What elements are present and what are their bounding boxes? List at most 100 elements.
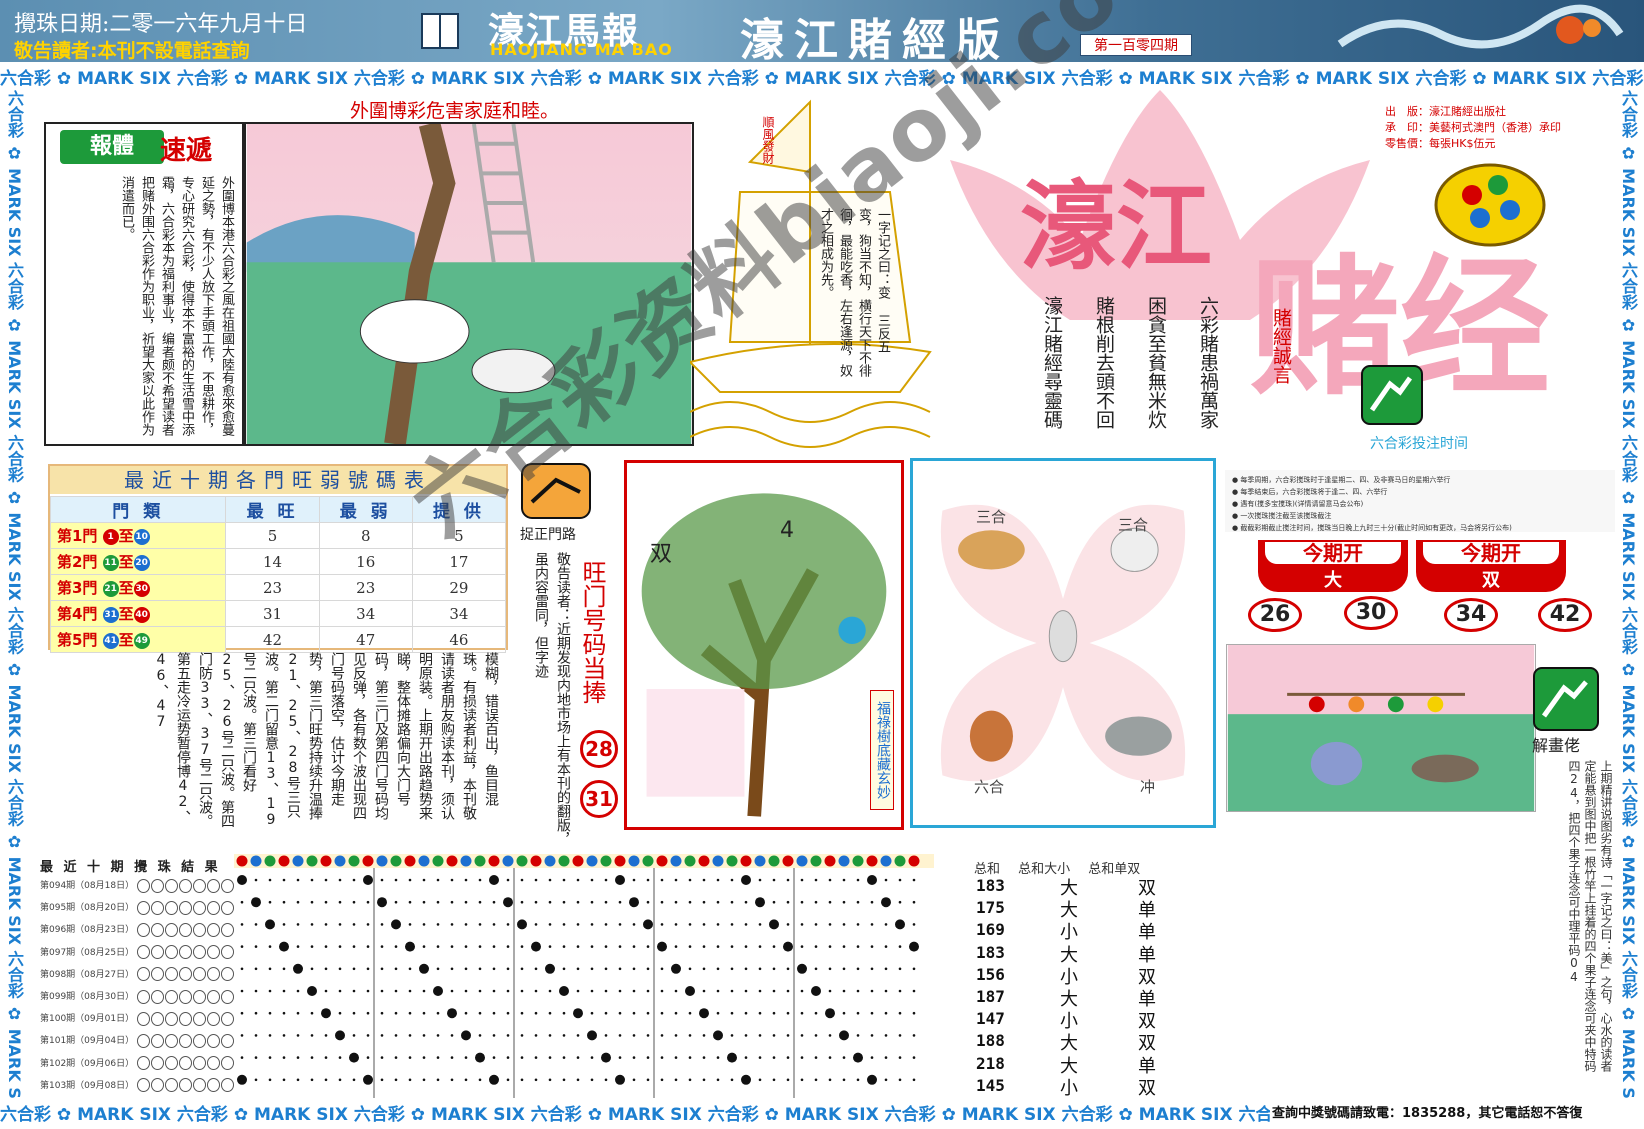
grid-dot [492, 1034, 496, 1037]
grid-dot [548, 1034, 552, 1037]
grid-dot [811, 986, 821, 996]
grid-dot [520, 900, 524, 904]
grid-ball-header [670, 855, 682, 867]
grid-dot [730, 1011, 734, 1015]
result-number-slot [206, 1056, 220, 1071]
grid-dot [338, 878, 342, 882]
grid-dot [702, 945, 706, 948]
grid-dot [492, 945, 496, 948]
grid-dot [464, 1056, 468, 1059]
grid-ball-header [446, 855, 458, 867]
grid-dot [464, 1078, 468, 1082]
grid-dot [825, 1008, 835, 1019]
grid-dot [380, 1056, 384, 1059]
grid-dot [380, 1078, 384, 1082]
grid-dot [786, 1034, 790, 1037]
grid-dot [338, 945, 342, 948]
grid-dot [433, 986, 443, 996]
grid-dot [828, 878, 832, 882]
grid-ball-header [236, 855, 248, 867]
grid-dot [674, 989, 678, 993]
riddle-text: 上期精讲说图劣有诗「一字记之曰：美」之句，心水的读者定能悬到图中把一根竹竿上挂着… [1567, 760, 1613, 1072]
result-number-slot [220, 1078, 234, 1093]
grid-dot [772, 1056, 776, 1059]
grid-dot [450, 1056, 454, 1059]
grid-dot [632, 1011, 636, 1015]
grid-dot [604, 989, 608, 993]
grid-ball-header [908, 855, 920, 867]
grid-dot [548, 945, 552, 948]
door-name: 第5門 [57, 631, 98, 649]
grid-dot [814, 878, 818, 882]
stats-row: 第2門 11 至 20 14 16 17 [49, 548, 507, 575]
grid-dot [517, 919, 527, 930]
grid-dot [912, 1056, 916, 1059]
grid-dot [296, 1034, 300, 1037]
grid-dot [380, 1011, 384, 1015]
grid-dot [422, 1078, 426, 1082]
result-number-slot [150, 1056, 164, 1071]
grid-dot [814, 945, 818, 948]
grid-dot [380, 923, 384, 926]
sum-headers: 总和 总和大小 总和单双 [974, 862, 1141, 877]
grid-dot [268, 1034, 272, 1037]
result-number-slot [192, 1078, 206, 1093]
tip-cell: 46 [411, 626, 507, 653]
grid-ball-header [740, 855, 752, 867]
grid-dot [478, 967, 482, 971]
result-number-slot [136, 922, 150, 937]
grid-dot [573, 1008, 583, 1019]
grid-dot [912, 989, 916, 993]
result-number-slot [164, 967, 178, 982]
open-tab-value: 大 [1324, 570, 1342, 591]
grid-dot [786, 923, 790, 926]
grid-dot [884, 989, 888, 993]
grid-dot [755, 897, 765, 908]
hot-cell: 42 [225, 626, 320, 653]
grid-dot [884, 1056, 888, 1059]
grid-dot [422, 1034, 426, 1037]
grid-dot [884, 878, 888, 882]
grid-ball-header [894, 855, 906, 867]
grid-dot [730, 967, 734, 971]
range-start-ball: 1 [102, 528, 119, 545]
grid-dot [590, 1078, 594, 1082]
result-number-slot [206, 900, 220, 915]
grid-dot [660, 1034, 664, 1037]
grid-dot [251, 897, 261, 908]
grid-dot [828, 1056, 832, 1059]
result-number-slot [220, 1011, 234, 1026]
tip-number: 30 [1344, 596, 1398, 630]
grid-dot [716, 1056, 720, 1059]
footer-query: 查詢中獎號碼請致電：1835288，其它電話恕不答復 [1272, 1106, 1583, 1121]
grid-dot [604, 1034, 608, 1037]
grid-dot [366, 1034, 370, 1037]
grid-dot [478, 945, 482, 948]
grid-dot [702, 1056, 706, 1059]
grid-dot [296, 900, 300, 904]
result-number-slot [206, 989, 220, 1004]
grid-dot [741, 1074, 751, 1085]
grid-dot [366, 1056, 370, 1059]
sum-value: 187 [976, 987, 1005, 1006]
grid-ball-header [838, 855, 850, 867]
reader-notice: 敬告讀者:本刊不設電話查詢 [14, 40, 250, 62]
grid-dot [727, 1052, 737, 1063]
grid-dot [268, 945, 272, 948]
grid-dot [296, 1011, 300, 1015]
result-number-slot [220, 989, 234, 1004]
publisher-info: 出 版：濠江賭經出版社 承 印：美藝柯式澳門（香港）承印 零售價：每張HK$伍元 [1385, 104, 1561, 152]
grid-dot [828, 1034, 832, 1037]
grid-dot [800, 1078, 804, 1082]
book-icon [421, 13, 459, 49]
grid-dot [881, 897, 891, 908]
result-number-slot [178, 878, 192, 893]
grid-dot [674, 1078, 678, 1082]
big-title-1: 濠江 [1020, 170, 1212, 283]
zodiac-label-top-right: 三合 [1118, 516, 1149, 534]
result-number-slot [192, 1011, 206, 1026]
grid-dot [646, 1056, 650, 1059]
result-number-slot [206, 922, 220, 937]
result-issue: 第096期（08月23日） [40, 925, 135, 936]
grid-ball-header [656, 855, 668, 867]
